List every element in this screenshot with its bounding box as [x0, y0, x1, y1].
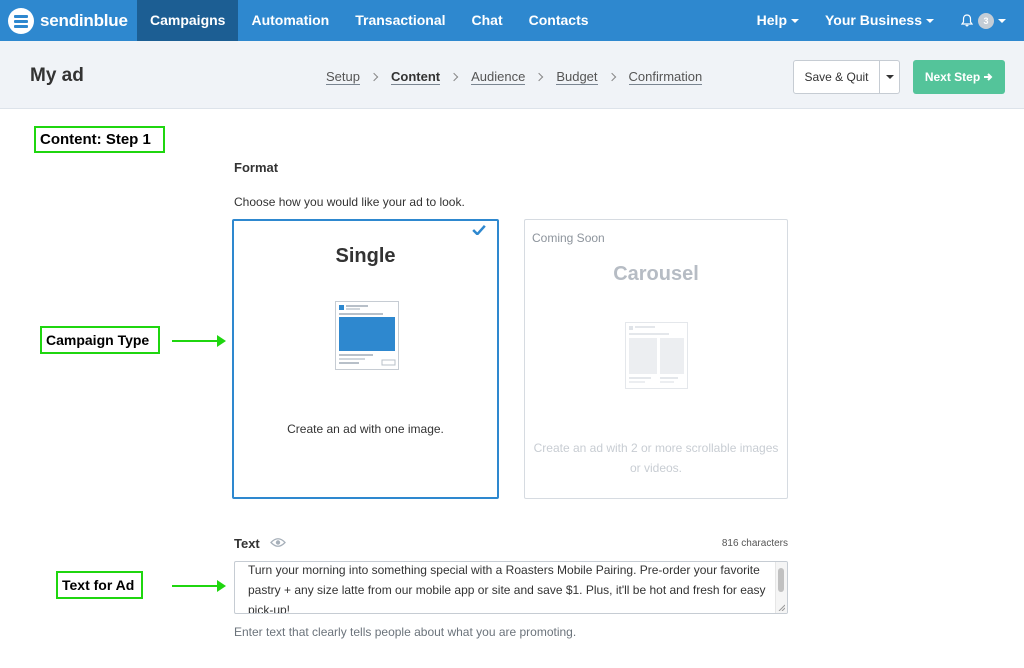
notifications-button[interactable]: 3: [947, 0, 1024, 41]
annotation-text-for-ad: Text for Ad: [56, 571, 143, 599]
format-card-carousel: Coming Soon Carousel Create an ad with 2…: [524, 219, 788, 499]
format-label: Format: [234, 160, 279, 175]
annotation-campaign-type: Campaign Type: [40, 326, 160, 354]
ad-text-value: Turn your morning into something special…: [248, 563, 766, 614]
notification-count-badge: 3: [978, 12, 994, 29]
chevron-down-icon: [926, 19, 934, 24]
step-setup[interactable]: Setup: [326, 69, 360, 85]
chevron-right-icon: [449, 72, 459, 82]
top-nav: sendinblue Campaigns Automation Transact…: [0, 0, 1024, 41]
carousel-title: Carousel: [613, 263, 699, 285]
page-title: My ad: [30, 65, 84, 86]
text-help: Enter text that clearly tells people abo…: [234, 625, 577, 639]
annotation-arrow-icon: [172, 580, 226, 592]
sub-header: My ad Setup Content Audience Budget Conf…: [0, 41, 1024, 109]
scrollbar-thumb[interactable]: [778, 568, 784, 592]
arrow-right-icon: [984, 73, 993, 81]
checkmark-icon: [472, 225, 486, 235]
business-label: Your Business: [825, 12, 922, 28]
step-breadcrumb: Setup Content Audience Budget Confirmati…: [326, 69, 703, 85]
chevron-right-icon: [369, 72, 379, 82]
character-count: 816 characters: [721, 538, 788, 549]
step-confirmation[interactable]: Confirmation: [628, 69, 703, 85]
ad-text-textarea[interactable]: Turn your morning into something special…: [234, 561, 788, 614]
single-description: Create an ad with one image.: [287, 422, 444, 436]
nav-item-contacts[interactable]: Contacts: [516, 0, 602, 41]
chevron-down-icon: [998, 18, 1006, 23]
format-help-text: Choose how you would like your ad to loo…: [234, 195, 465, 209]
carousel-ad-preview-icon: [625, 322, 688, 389]
bell-icon: [961, 14, 973, 27]
eye-icon[interactable]: [270, 537, 286, 548]
save-group: Save & Quit: [793, 60, 900, 94]
nav-item-automation[interactable]: Automation: [238, 0, 342, 41]
resize-handle-icon[interactable]: [778, 604, 785, 611]
sendinblue-logo-icon: [8, 7, 34, 34]
next-step-label: Next Step: [924, 70, 981, 84]
nav-item-transactional[interactable]: Transactional: [342, 0, 458, 41]
business-menu[interactable]: Your Business: [812, 0, 947, 41]
annotation-arrow-icon: [172, 335, 226, 347]
text-label: Text: [234, 536, 260, 551]
save-options-dropdown[interactable]: [880, 60, 900, 94]
coming-soon-label: Coming Soon: [532, 231, 605, 245]
chevron-right-icon: [535, 72, 544, 82]
annotation-content-step: Content: Step 1: [34, 126, 165, 153]
nav-item-campaigns[interactable]: Campaigns: [137, 0, 239, 41]
step-audience[interactable]: Audience: [471, 69, 526, 85]
nav-right: Help Your Business 3: [744, 0, 1024, 41]
brand-name: sendinblue: [40, 10, 128, 30]
chevron-down-icon: [791, 19, 799, 24]
brand[interactable]: sendinblue: [0, 0, 137, 41]
help-label: Help: [756, 12, 787, 28]
carousel-description: Create an ad with 2 or more scrollable i…: [533, 441, 779, 475]
next-step-button[interactable]: Next Step: [913, 60, 1005, 94]
help-menu[interactable]: Help: [744, 0, 812, 41]
single-ad-preview-icon: [335, 301, 399, 370]
nav-item-chat[interactable]: Chat: [459, 0, 516, 41]
step-budget[interactable]: Budget: [556, 69, 598, 85]
chevron-right-icon: [607, 72, 616, 82]
single-title: Single: [335, 245, 396, 267]
chevron-down-icon: [885, 75, 894, 79]
step-content[interactable]: Content: [390, 69, 441, 85]
format-card-single[interactable]: Single Create an ad with one image.: [232, 219, 499, 499]
save-and-quit-button[interactable]: Save & Quit: [793, 60, 880, 94]
